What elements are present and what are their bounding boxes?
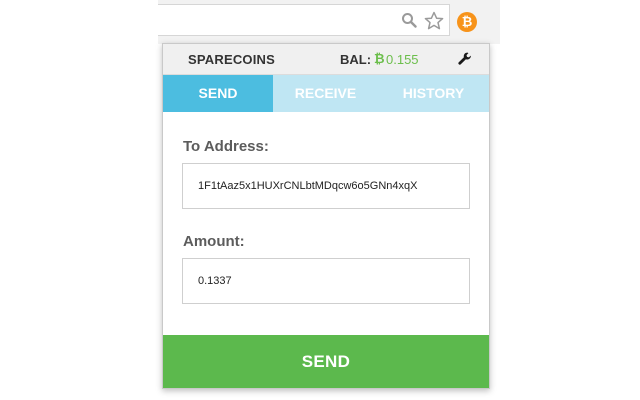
to-address-input[interactable] bbox=[182, 163, 470, 209]
balance-label: BAL: bbox=[340, 52, 372, 67]
tab-bar: SEND RECEIVE HISTORY bbox=[163, 75, 489, 112]
amount-label: Amount: bbox=[183, 233, 245, 250]
popup-header: SPARECOINS BAL: ₿ 0.155 bbox=[163, 44, 489, 75]
balance-value: 0.155 bbox=[386, 52, 419, 67]
tab-send[interactable]: SEND bbox=[163, 75, 273, 112]
tab-history[interactable]: HISTORY bbox=[378, 75, 489, 112]
wallet-popup: SPARECOINS BAL: ₿ 0.155 SEND RECEIVE HIS… bbox=[162, 43, 490, 389]
star-icon[interactable] bbox=[424, 11, 444, 36]
send-button[interactable]: SEND bbox=[163, 335, 489, 388]
bitcoin-icon[interactable]: ₿ bbox=[457, 12, 477, 32]
app-name: SPARECOINS bbox=[188, 52, 275, 67]
bitcoin-symbol-icon: ₿ bbox=[374, 51, 385, 66]
magnifier-icon[interactable] bbox=[401, 12, 417, 33]
tab-receive[interactable]: RECEIVE bbox=[273, 75, 378, 112]
amount-input[interactable] bbox=[182, 258, 470, 304]
wrench-icon[interactable] bbox=[458, 52, 472, 71]
to-address-label: To Address: bbox=[183, 138, 269, 155]
